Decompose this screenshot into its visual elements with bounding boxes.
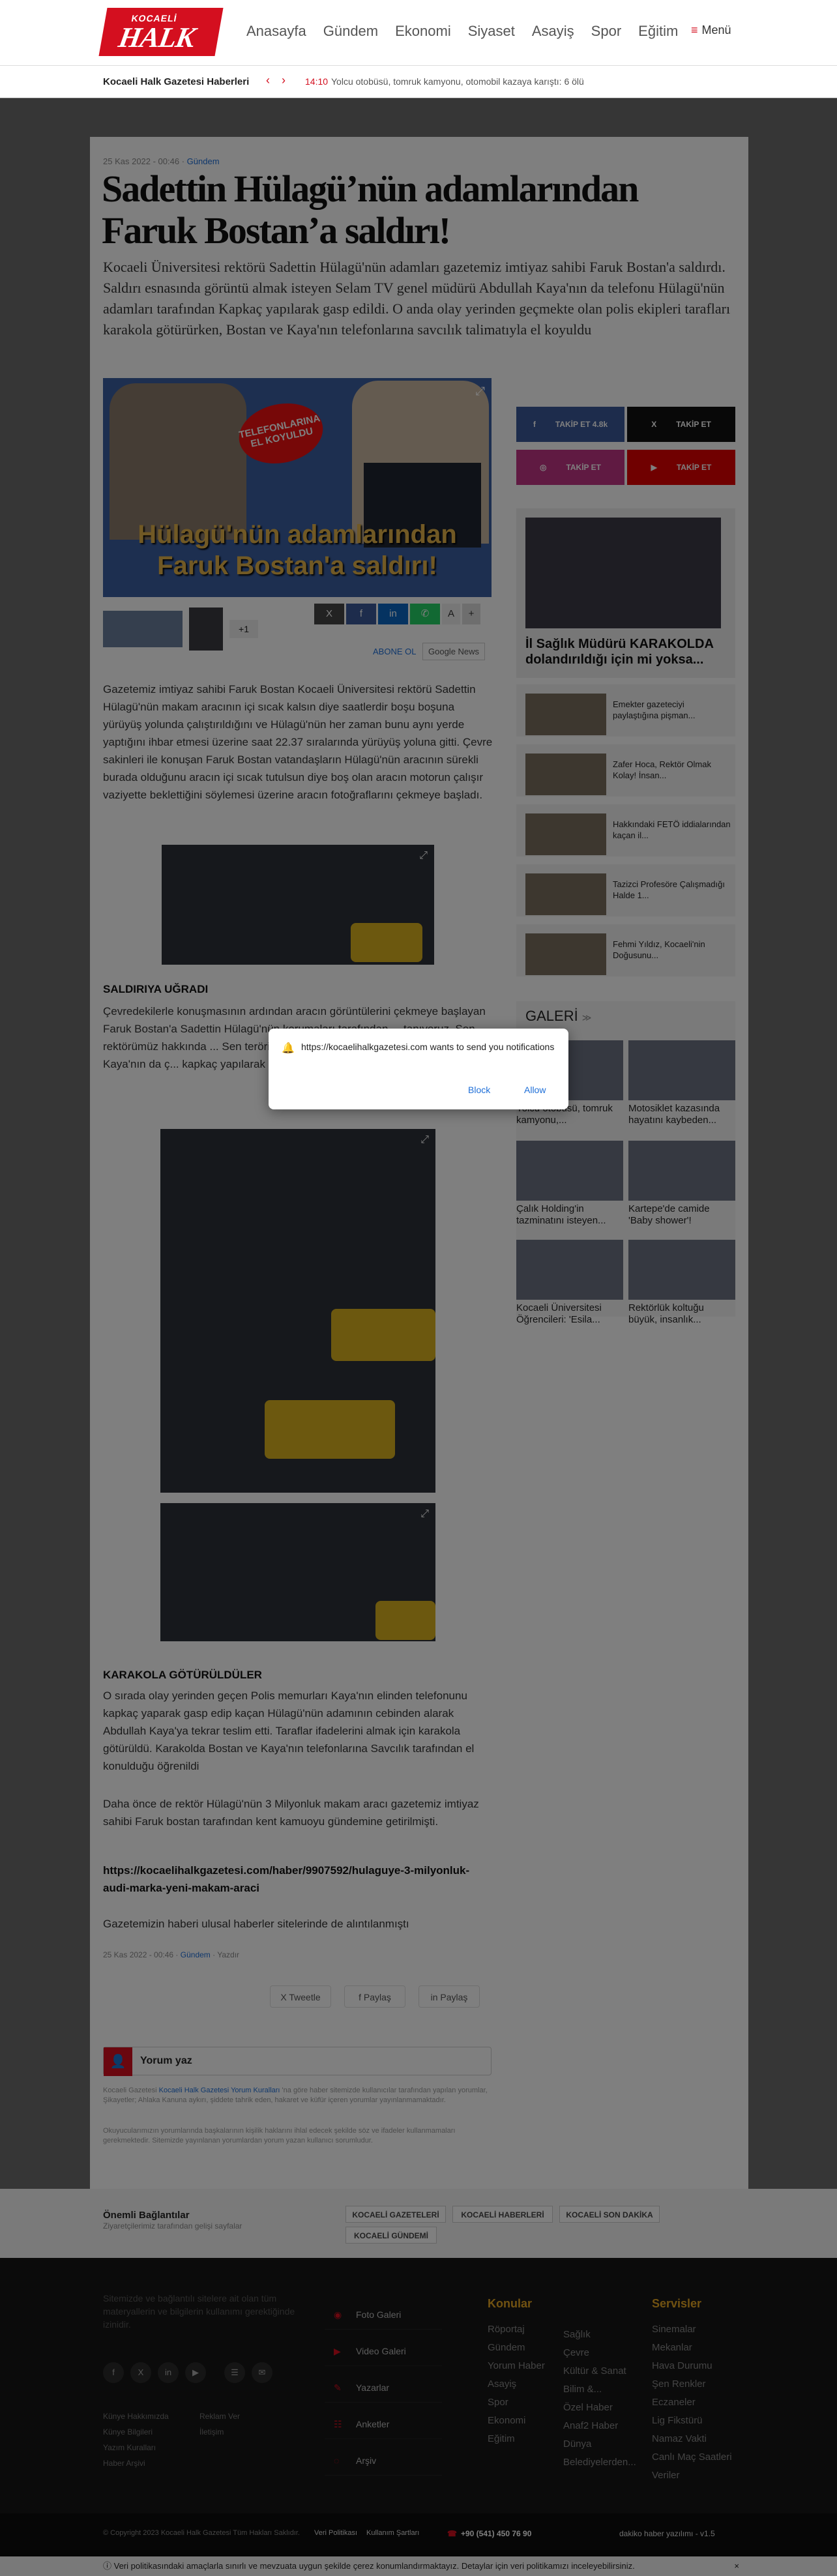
ticker-prev-icon[interactable]: ‹ <box>266 74 270 87</box>
ticker-title: Kocaeli Halk Gazetesi Haberleri <box>103 76 250 87</box>
nav-item-gundem[interactable]: Gündem <box>323 23 378 40</box>
ticker-next-icon[interactable]: › <box>282 74 286 87</box>
site-logo[interactable]: KOCAELİ HALK <box>98 8 224 56</box>
main-nav: Anasayfa Gündem Ekonomi Siyaset Asayiş S… <box>246 23 678 40</box>
ticker-headline[interactable]: Yolcu otobüsü, tomruk kamyonu, otomobil … <box>331 76 584 87</box>
nav-item-asayis[interactable]: Asayiş <box>532 23 574 40</box>
hamburger-icon: ≡ <box>691 23 698 37</box>
logo-main-text: HALK <box>116 22 198 53</box>
site-header: KOCAELİ HALK Anasayfa Gündem Ekonomi Siy… <box>0 0 837 65</box>
notification-permission-dialog: 🔔 https://kocaelihalkgazetesi.com wants … <box>269 1029 568 1109</box>
allow-button[interactable]: Allow <box>524 1085 546 1095</box>
block-button[interactable]: Block <box>468 1085 490 1095</box>
news-ticker: Kocaeli Halk Gazetesi Haberleri ‹ › 14:1… <box>0 65 837 98</box>
nav-item-siyaset[interactable]: Siyaset <box>468 23 515 40</box>
nav-item-egitim[interactable]: Eğitim <box>638 23 678 40</box>
bell-icon: 🔔 <box>282 1043 295 1054</box>
dialog-message: https://kocaelihalkgazetesi.com wants to… <box>301 1042 555 1052</box>
modal-overlay <box>0 98 837 2576</box>
nav-item-ekonomi[interactable]: Ekonomi <box>395 23 451 40</box>
ticker-time: 14:10 <box>305 76 329 87</box>
menu-label: Menü <box>701 23 731 37</box>
nav-item-spor[interactable]: Spor <box>591 23 621 40</box>
menu-button[interactable]: ≡ Menü <box>691 23 731 37</box>
nav-item-anasayfa[interactable]: Anasayfa <box>246 23 306 40</box>
